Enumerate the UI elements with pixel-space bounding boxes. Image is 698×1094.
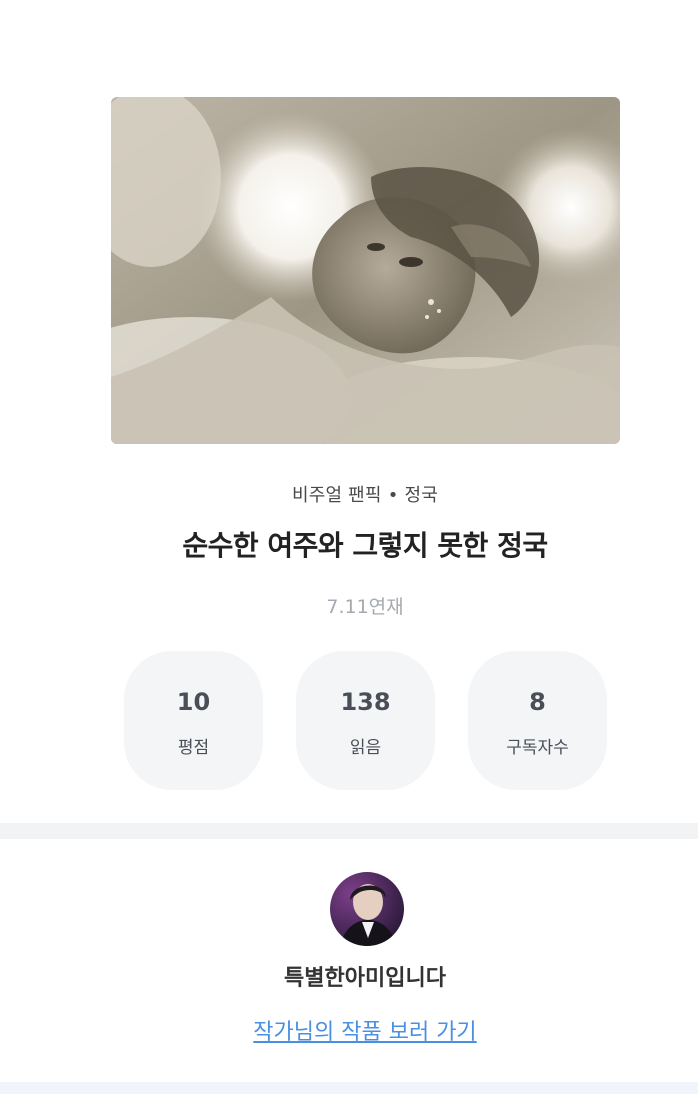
- stat-reads-label: 읽음: [349, 738, 382, 758]
- publish-schedule: 7.11연재: [326, 596, 404, 618]
- author-name: 특별한아미입니다: [284, 966, 446, 991]
- stat-rating-label: 평점: [177, 738, 210, 758]
- cover-image: [111, 97, 620, 444]
- author-avatar[interactable]: [330, 872, 404, 946]
- category-label: 비주얼 팬픽: [291, 485, 382, 506]
- stat-rating: 10 평점: [124, 651, 263, 790]
- section-divider: [0, 823, 698, 839]
- stat-subscribers: 8 구독자수: [468, 651, 607, 790]
- tag-label: 정국: [404, 485, 439, 506]
- stat-subscribers-value: 8: [529, 688, 546, 716]
- work-title: 순수한 여주와 그렇지 못한 정국: [182, 529, 548, 562]
- stat-reads-value: 138: [340, 688, 391, 716]
- bottom-band: [0, 1082, 698, 1094]
- work-category: 비주얼 팬픽 • 정국: [0, 481, 698, 507]
- author-works-link[interactable]: 작가님의 작품 보러 가기: [0, 1014, 698, 1046]
- separator-dot: •: [387, 485, 399, 506]
- stat-reads: 138 읽음: [296, 651, 435, 790]
- stat-subscribers-label: 구독자수: [506, 738, 569, 758]
- stat-rating-value: 10: [176, 688, 211, 716]
